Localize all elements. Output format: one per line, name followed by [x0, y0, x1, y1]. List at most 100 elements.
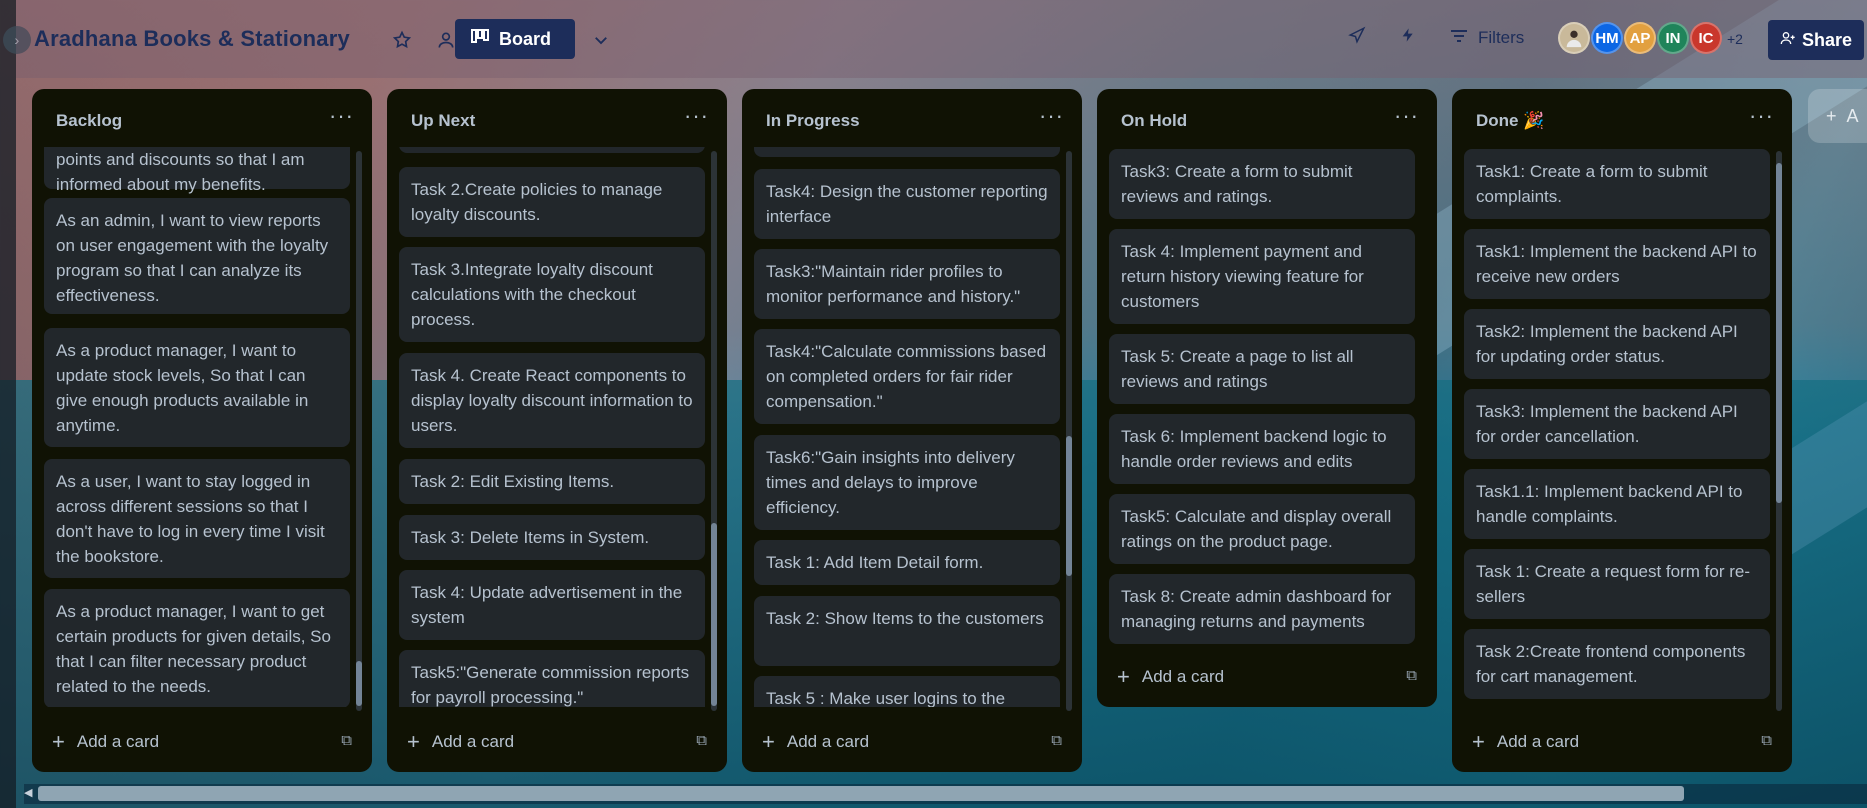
card[interactable]: Task 4. Create React components to displ… [399, 353, 705, 448]
add-card-button[interactable]: + Add a card [1117, 664, 1224, 690]
more-options-icon[interactable]: ··· [1394, 103, 1419, 129]
card[interactable]: As a product manager, I want to update s… [44, 328, 350, 447]
add-list-button[interactable]: + A [1808, 89, 1867, 143]
card-template-icon[interactable]: ⧉ [696, 732, 707, 749]
sidebar-collapsed [0, 0, 16, 808]
share-button[interactable]: Share [1768, 20, 1864, 60]
board-icon [471, 28, 489, 50]
list-title[interactable]: Done 🎉 [1476, 111, 1544, 131]
scrollbar-thumb[interactable] [1066, 436, 1072, 576]
card[interactable] [754, 147, 1060, 157]
plus-icon: + [762, 729, 775, 754]
card-template-icon[interactable]: ⧉ [341, 732, 352, 749]
list-scrollbar[interactable] [711, 151, 717, 711]
card[interactable]: Task1: Implement the backend API to rece… [1464, 229, 1770, 299]
avatar-ic[interactable]: IC [1690, 22, 1722, 54]
card[interactable]: Task 8: Create admin dashboard for manag… [1109, 574, 1415, 644]
card[interactable]: Task 2.Create policies to manage loyalty… [399, 167, 705, 237]
add-card-button[interactable]: + Add a card [52, 729, 159, 755]
card-template-icon[interactable]: ⧉ [1761, 732, 1772, 749]
card-template-icon[interactable]: ⧉ [1406, 667, 1417, 684]
card[interactable]: As a product manager, I want to get cert… [44, 589, 350, 707]
chevron-down-icon[interactable] [587, 26, 615, 54]
card[interactable]: Task3:"Maintain rider profiles to monito… [754, 249, 1060, 319]
list-scrollbar[interactable] [1776, 151, 1782, 711]
share-label: Share [1801, 29, 1853, 50]
card[interactable]: Task5: Calculate and display overall rat… [1109, 494, 1415, 564]
list-title[interactable]: Backlog [56, 111, 122, 131]
card[interactable]: Task 6: Implement backend logic to handl… [1109, 414, 1415, 484]
list-title[interactable]: On Hold [1121, 111, 1187, 131]
add-card-button[interactable]: + Add a card [407, 729, 514, 755]
list-in-progress: In Progress ··· Task4: Design the custom… [742, 89, 1082, 772]
add-card-label: Add a card [76, 732, 160, 751]
list-backlog: Backlog ··· points and discounts so that… [32, 89, 372, 772]
card[interactable]: Task5:"Generate commission reports for p… [399, 650, 705, 707]
scrollbar-thumb[interactable] [711, 523, 717, 706]
card[interactable]: Task 3.Integrate loyalty discount calcul… [399, 247, 705, 342]
more-options-icon[interactable]: ··· [329, 103, 354, 129]
add-card-label: Add a card [431, 732, 515, 751]
card-container: Task3: Create a form to submit reviews a… [1109, 147, 1415, 647]
card[interactable]: Task1: Create a form to submit complaint… [1464, 149, 1770, 219]
card[interactable]: Task6:"Gain insights into delivery times… [754, 435, 1060, 530]
scrollbar-thumb[interactable] [1776, 163, 1782, 503]
more-options-icon[interactable]: ··· [1749, 103, 1774, 129]
card[interactable]: Task 5 : Make user logins to the [754, 676, 1060, 707]
avatar-hm[interactable]: HM [1591, 22, 1623, 54]
star-icon[interactable] [388, 26, 416, 54]
card[interactable]: Task4:"Calculate commissions based on co… [754, 329, 1060, 424]
list-title[interactable]: Up Next [411, 111, 475, 131]
card[interactable]: Task 2:Create frontend components for ca… [1464, 629, 1770, 699]
card[interactable]: Task 3: Delete Items in System. [399, 515, 705, 560]
more-options-icon[interactable]: ··· [684, 103, 709, 129]
avatar[interactable] [1558, 22, 1590, 54]
card[interactable]: Task2: Implement the backend API for upd… [1464, 309, 1770, 379]
card[interactable]: Task 1: Create a request form for re-sel… [1464, 549, 1770, 619]
card[interactable]: Task 4: Implement payment and return his… [1109, 229, 1415, 324]
rocket-icon[interactable] [1348, 26, 1366, 49]
board-title[interactable]: Aradhana Books & Stationary [34, 26, 350, 52]
add-member-icon [1780, 30, 1796, 51]
avatar-ap[interactable]: AP [1624, 22, 1656, 54]
list-title[interactable]: In Progress [766, 111, 860, 131]
avatar-in[interactable]: IN [1657, 22, 1689, 54]
card[interactable] [399, 147, 705, 153]
automation-icon[interactable] [1400, 26, 1416, 49]
card[interactable]: Task3: Create a form to submit reviews a… [1109, 149, 1415, 219]
list-scrollbar[interactable] [1066, 151, 1072, 711]
card[interactable]: As a user, I want to stay logged in acro… [44, 459, 350, 578]
card[interactable]: points and discounts so that I am inform… [44, 147, 350, 194]
card-container: Task1: Create a form to submit complaint… [1464, 147, 1770, 707]
list-up-next: Up Next ··· Task 2.Create policies to ma… [387, 89, 727, 772]
card[interactable]: Task1.1: Implement backend API to handle… [1464, 469, 1770, 539]
add-card-button[interactable]: + Add a card [762, 729, 869, 755]
more-options-icon[interactable]: ··· [1039, 103, 1064, 129]
filters-button[interactable]: Filters [1450, 28, 1524, 48]
card[interactable]: Task 1: Add Item Detail form. [754, 540, 1060, 585]
scroll-left-arrow-icon[interactable]: ◀ [24, 786, 32, 799]
card[interactable]: Task 2: Show Items to the customers [754, 596, 1060, 666]
card[interactable]: Task 5: Create a page to list all review… [1109, 334, 1415, 404]
card[interactable]: Task 2: Edit Existing Items. [399, 459, 705, 504]
scrollbar-thumb[interactable] [38, 786, 1684, 801]
card[interactable]: Task3: Implement the backend API for ord… [1464, 389, 1770, 459]
board-view-button[interactable]: Board [455, 19, 575, 59]
scrollbar-thumb[interactable] [356, 661, 362, 706]
list-done: Done 🎉 ··· Task1: Create a form to submi… [1452, 89, 1792, 772]
list-scrollbar[interactable] [356, 151, 362, 711]
plus-icon: + [1117, 664, 1130, 689]
filters-label: Filters [1478, 28, 1525, 47]
board-horizontal-scrollbar[interactable]: ◀ [24, 784, 1867, 804]
list-header: Done 🎉 ··· [1452, 89, 1792, 151]
card-container: Task4: Design the customer reporting int… [754, 147, 1060, 707]
list-header: Backlog ··· [32, 89, 372, 151]
card[interactable]: Task4: Design the customer reporting int… [754, 169, 1060, 239]
card[interactable]: As an admin, I want to view reports on u… [44, 198, 350, 314]
add-card-label: Add a card [1141, 667, 1225, 686]
add-card-button[interactable]: + Add a card [1472, 729, 1579, 755]
card[interactable]: Task 4: Update advertisement in the syst… [399, 570, 705, 640]
card-container: points and discounts so that I am inform… [44, 147, 350, 707]
more-members-count[interactable]: +2 [1727, 31, 1743, 47]
card-template-icon[interactable]: ⧉ [1051, 732, 1062, 749]
